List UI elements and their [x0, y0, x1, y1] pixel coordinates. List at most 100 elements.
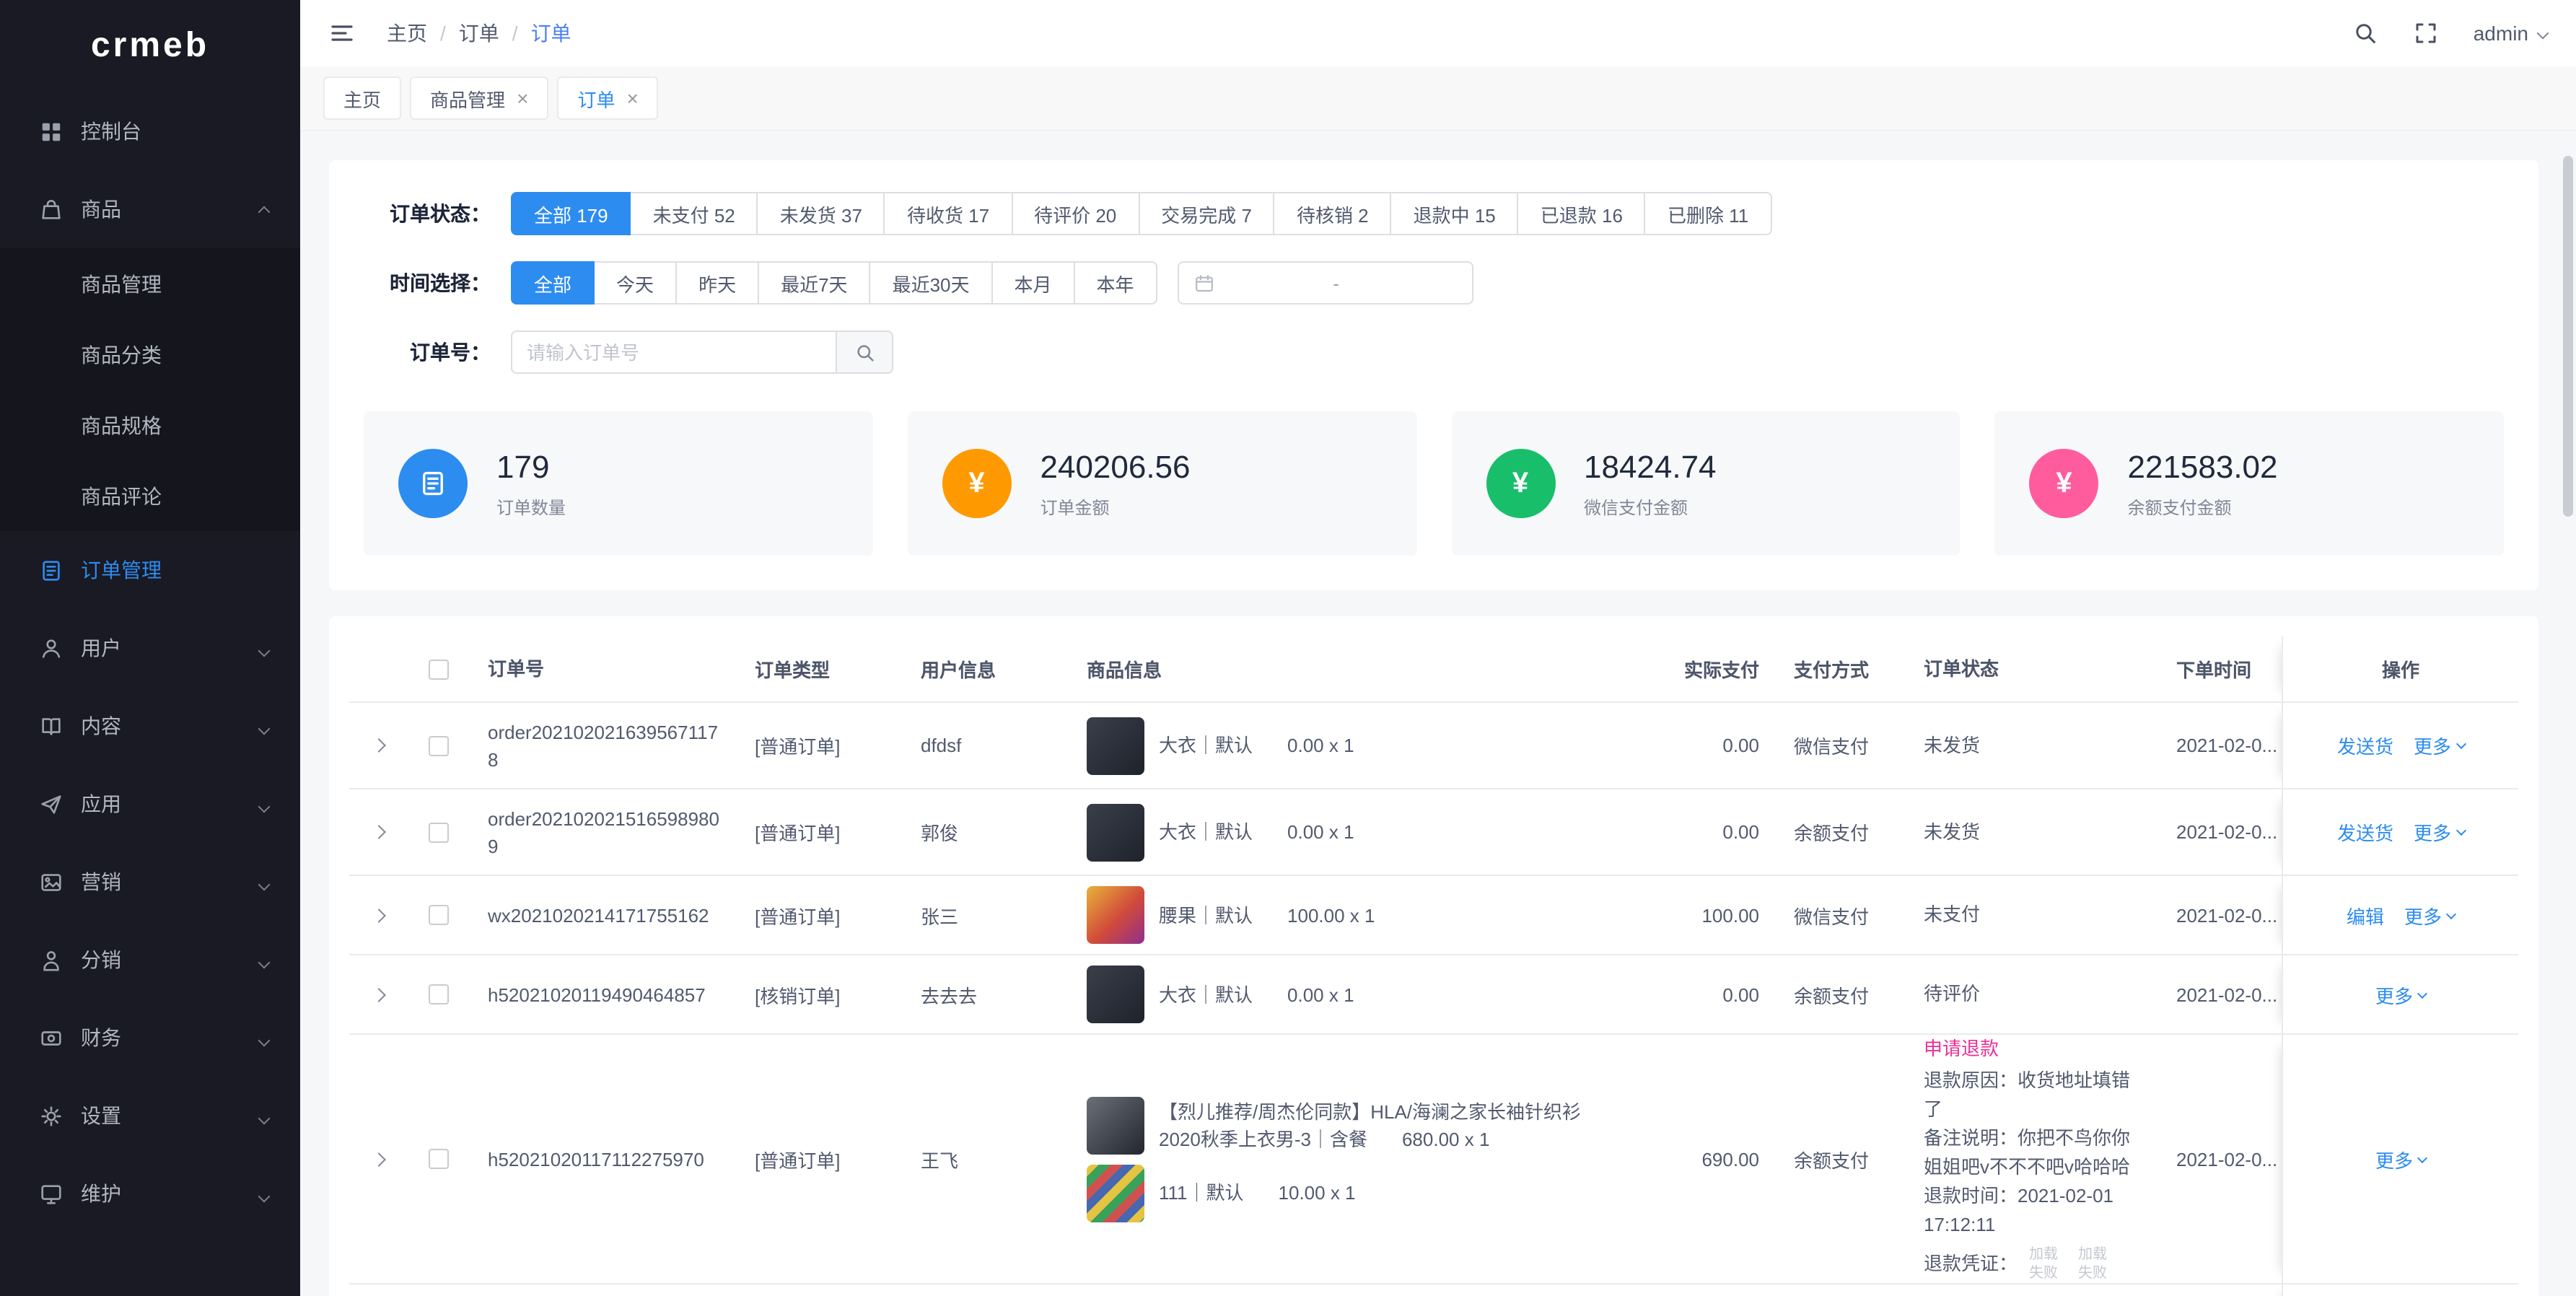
row-actions: 发送货 更多 [2282, 789, 2518, 875]
time-filter-this-year[interactable]: 本年 [1074, 261, 1157, 305]
search-icon[interactable] [2352, 20, 2378, 46]
expand-row-icon[interactable] [371, 1152, 385, 1166]
more-button[interactable]: 更多 [2375, 1145, 2426, 1173]
sidebar-item-content[interactable]: 内容 [0, 687, 300, 765]
row-checkbox[interactable] [429, 1149, 449, 1169]
status-filter-deleted[interactable]: 已删除 11 [1644, 192, 1771, 235]
order-count-icon [398, 449, 468, 518]
chevron-down-icon [2446, 908, 2456, 919]
collapse-menu-icon[interactable] [329, 20, 355, 46]
status-filter-pending-writeoff[interactable]: 待核销 2 [1274, 192, 1392, 235]
chevron-down-icon [260, 1104, 268, 1127]
status-filter-pending-review[interactable]: 待评价 20 [1011, 192, 1139, 235]
sidebar-item-distribution[interactable]: 分销 [0, 921, 300, 999]
table-row: h52021020117112275970 [普通订单] 王飞 【烈儿推荐/周杰… [349, 1035, 2518, 1284]
order-number-filter-row: 订单号： [364, 330, 2504, 374]
time-button-group: 全部 今天 昨天 最近7天 最近30天 本月 本年 [511, 261, 1157, 305]
sidebar-item-users[interactable]: 用户 [0, 609, 300, 687]
tab-product-manage[interactable]: 商品管理 × [410, 76, 548, 120]
close-icon[interactable]: × [517, 88, 528, 108]
sidebar-item-product-spec[interactable]: 商品规格 [0, 390, 300, 460]
time-filter-last30days[interactable]: 最近30天 [869, 261, 993, 305]
sidebar-item-settings[interactable]: 设置 [0, 1077, 300, 1155]
row-checkbox[interactable] [429, 905, 449, 925]
expand-row-icon[interactable] [371, 825, 385, 839]
refund-proof-image[interactable]: 加载失败 [2029, 1245, 2067, 1283]
sidebar-item-orders[interactable]: 订单管理 [0, 531, 300, 609]
time-filter-today[interactable]: 今天 [593, 261, 677, 305]
status-filter-completed[interactable]: 交易完成 7 [1138, 192, 1275, 235]
sidebar-item-maintenance[interactable]: 维护 [0, 1155, 300, 1232]
status-filter-unpaid[interactable]: 未支付 52 [630, 192, 758, 235]
sidebar-item-product-review[interactable]: 商品评论 [0, 460, 300, 531]
sidebar-item-product-manage[interactable]: 商品管理 [0, 248, 300, 319]
order-admin-page: crmeb 控制台 商品 商品管理 商品分类 商品规格 商品评论 [0, 0, 2576, 1296]
sidebar: crmeb 控制台 商品 商品管理 商品分类 商品规格 商品评论 [0, 0, 300, 1296]
status-filter-refunding[interactable]: 退款中 15 [1390, 192, 1519, 235]
more-button[interactable]: 更多 [2375, 981, 2426, 1008]
ship-button[interactable]: 发送货 [2337, 818, 2393, 846]
tab-order[interactable]: 订单 × [557, 76, 658, 120]
expand-row-icon[interactable] [371, 908, 385, 922]
row-checkbox[interactable] [429, 822, 449, 842]
more-button[interactable]: 更多 [2414, 732, 2464, 759]
order-number-input[interactable] [511, 330, 836, 374]
row-checkbox[interactable] [429, 984, 449, 1004]
status-filter-unshipped[interactable]: 未发货 37 [757, 192, 885, 235]
column-header-order-no: 订单号 [470, 655, 737, 683]
payment-method: 微信支付 [1777, 732, 1906, 759]
time-filter-all[interactable]: 全部 [511, 261, 595, 305]
ship-button[interactable]: 发送货 [2337, 732, 2393, 759]
order-number: wx2021020214171755162 [470, 901, 737, 929]
expand-row-icon[interactable] [371, 738, 385, 753]
status-filter-refunded[interactable]: 已退款 16 [1517, 192, 1646, 235]
status-filter-all[interactable]: 全部 179 [511, 192, 631, 235]
stat-label: 微信支付金额 [1584, 494, 1717, 519]
sidebar-item-product-category[interactable]: 商品分类 [0, 319, 300, 390]
sidebar-item-apps[interactable]: 应用 [0, 765, 300, 843]
product-thumbnail [1087, 966, 1144, 1023]
refund-status: 申请退款 退款原因：收货地址填错了 备注说明：你把不鸟你你姐姐吧v不不不吧v哈哈… [1906, 1035, 2159, 1283]
sidebar-item-label: 财务 [81, 1023, 121, 1052]
gear-icon [39, 1103, 63, 1128]
row-checkbox[interactable] [429, 735, 449, 756]
refund-note: 备注说明：你把不鸟你你姐姐吧v不不不吧v哈哈哈 [1924, 1124, 2142, 1182]
sidebar-item-dashboard[interactable]: 控制台 [0, 92, 300, 170]
chevron-down-icon [260, 1182, 268, 1205]
user-name: admin [2474, 22, 2528, 45]
fullscreen-icon[interactable] [2413, 20, 2439, 46]
stat-label: 订单金额 [1041, 494, 1191, 519]
select-all-checkbox[interactable] [429, 659, 449, 679]
sidebar-item-marketing[interactable]: 营销 [0, 843, 300, 921]
more-button[interactable]: 更多 [2414, 818, 2464, 846]
stat-card-order-amount: ¥ 240206.56 订单金额 [908, 411, 1417, 556]
chevron-down-icon [2417, 1152, 2427, 1163]
wechat-pay-icon: ¥ [1486, 449, 1555, 518]
sidebar-item-label: 维护 [81, 1179, 121, 1208]
sidebar-item-finance[interactable]: 财务 [0, 999, 300, 1077]
time-filter-row: 时间选择： 全部 今天 昨天 最近7天 最近30天 本月 本年 - [364, 261, 2504, 305]
user-menu[interactable]: admin [2474, 22, 2547, 45]
order-status: 未发货 [1906, 818, 2159, 846]
edit-button[interactable]: 编辑 [2347, 901, 2384, 929]
more-button[interactable]: 更多 [2404, 901, 2455, 929]
user-info: 王飞 [903, 1145, 1069, 1173]
order-search-button[interactable] [836, 330, 893, 374]
chevron-down-icon [260, 636, 268, 660]
time-filter-yesterday[interactable]: 昨天 [675, 261, 759, 305]
sidebar-item-products[interactable]: 商品 [0, 170, 300, 248]
row-actions: 更多 [2282, 1035, 2518, 1283]
vertical-scrollbar[interactable] [2563, 156, 2573, 517]
close-icon[interactable]: × [626, 88, 638, 108]
payment-method: 微信支付 [1777, 901, 1906, 929]
time-filter-this-month[interactable]: 本月 [991, 261, 1075, 305]
refund-proof-image[interactable]: 加载失败 [2078, 1245, 2116, 1283]
payment-method: 余额支付 [1777, 981, 1906, 1008]
time-filter-last7days[interactable]: 最近7天 [758, 261, 870, 305]
breadcrumb-home[interactable]: 主页 [387, 19, 427, 48]
expand-row-icon[interactable] [371, 987, 385, 1002]
tab-home[interactable]: 主页 [323, 76, 401, 120]
status-filter-pending-receipt[interactable]: 待收货 17 [884, 192, 1012, 235]
breadcrumb-order[interactable]: 订单 [459, 19, 499, 48]
date-range-picker[interactable]: - [1178, 261, 1473, 305]
